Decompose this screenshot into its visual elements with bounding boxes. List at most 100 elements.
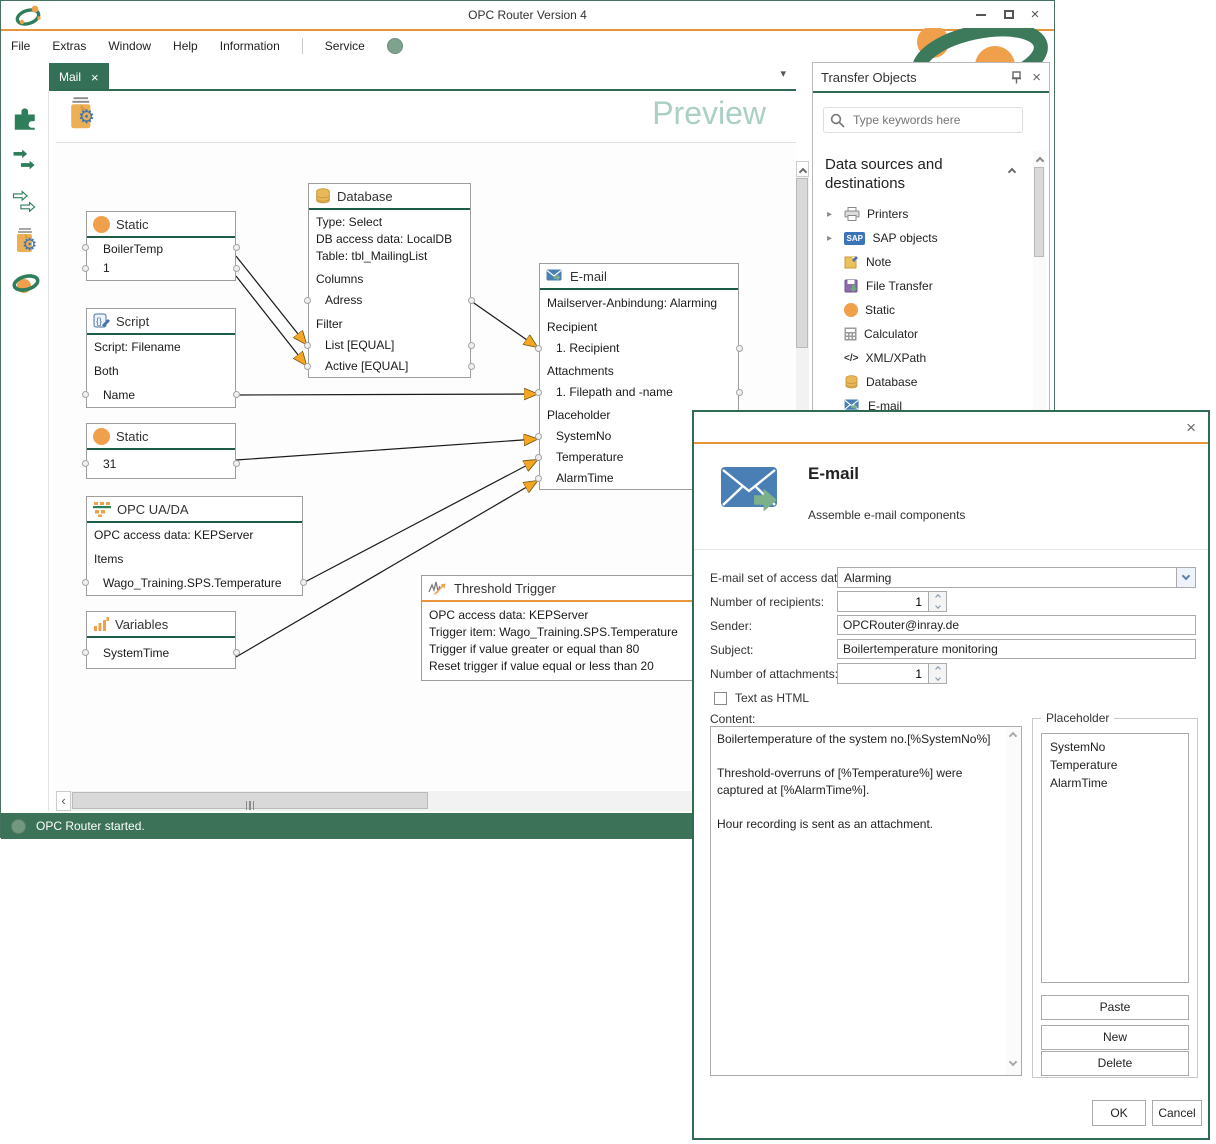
search-box[interactable] bbox=[823, 107, 1023, 133]
connector-dot[interactable] bbox=[82, 460, 89, 467]
connector-dot[interactable] bbox=[535, 433, 542, 440]
menu-file[interactable]: File bbox=[11, 39, 30, 53]
item-sap-objects[interactable]: ▸ SAP SAP objects bbox=[827, 227, 1017, 249]
connector-dot[interactable] bbox=[82, 265, 89, 272]
connector-dot[interactable] bbox=[535, 454, 542, 461]
plugins-icon[interactable] bbox=[11, 105, 41, 135]
menu-extras[interactable]: Extras bbox=[52, 39, 86, 53]
section-header[interactable]: Data sources and destinations bbox=[825, 155, 1005, 193]
item-file-transfer[interactable]: File Transfer bbox=[827, 275, 1017, 297]
connector-dot[interactable] bbox=[82, 391, 89, 398]
connector-dot[interactable] bbox=[736, 345, 743, 352]
node-database[interactable]: Database Type: Select DB access data: Lo… bbox=[308, 183, 471, 378]
menu-service[interactable]: Service bbox=[325, 39, 365, 53]
content-scrollbar[interactable] bbox=[1006, 727, 1021, 1075]
item-printers[interactable]: ▸ Printers bbox=[827, 203, 1017, 225]
tab-list-dropdown-icon[interactable]: ▾ bbox=[780, 67, 786, 80]
connector-dot[interactable] bbox=[468, 363, 475, 370]
file-transfer-icon bbox=[844, 279, 859, 293]
placeholder-listbox[interactable]: SystemNo Temperature AlarmTime bbox=[1041, 733, 1189, 983]
attachments-spinner[interactable] bbox=[837, 663, 947, 684]
collapse-chevron-icon[interactable] bbox=[1008, 168, 1016, 176]
placeholder-item[interactable]: AlarmTime bbox=[1042, 774, 1188, 792]
scroll-up-button[interactable] bbox=[796, 161, 809, 177]
connector-dot[interactable] bbox=[82, 579, 89, 586]
cancel-button[interactable]: Cancel bbox=[1152, 1100, 1202, 1126]
email-icon bbox=[546, 269, 564, 284]
node-variables[interactable]: Variables SystemTime bbox=[86, 611, 236, 669]
node-static-boilertemp[interactable]: Static BoilerTemp 1 bbox=[86, 211, 236, 281]
new-button[interactable]: New bbox=[1041, 1025, 1189, 1050]
connector-dot[interactable] bbox=[535, 345, 542, 352]
item-static[interactable]: Static bbox=[827, 299, 1017, 321]
connector-dot[interactable] bbox=[233, 265, 240, 272]
ok-button[interactable]: OK bbox=[1092, 1100, 1146, 1126]
vscroll-thumb[interactable] bbox=[796, 178, 808, 348]
attachments-input[interactable] bbox=[838, 664, 926, 683]
subject-input[interactable] bbox=[837, 639, 1196, 659]
tab-close-icon[interactable]: × bbox=[91, 70, 99, 85]
hscroll-thumb[interactable] bbox=[72, 792, 428, 809]
connector-dot[interactable] bbox=[304, 297, 311, 304]
paste-button[interactable]: Paste bbox=[1041, 995, 1189, 1020]
menu-window[interactable]: Window bbox=[108, 39, 151, 53]
text-as-html-checkbox[interactable] bbox=[714, 692, 727, 705]
connector-dot[interactable] bbox=[82, 244, 89, 251]
spinner-buttons[interactable] bbox=[928, 664, 946, 683]
connector-dot[interactable] bbox=[535, 475, 542, 482]
connector-dot[interactable] bbox=[304, 342, 311, 349]
panel-close-icon[interactable]: × bbox=[1032, 69, 1041, 86]
dropdown-button[interactable] bbox=[1176, 568, 1195, 587]
recipients-input[interactable] bbox=[838, 592, 926, 611]
inray-logo-icon[interactable] bbox=[11, 269, 41, 299]
flow-canvas[interactable]: ⚙ Preview Static Boiler bbox=[56, 89, 796, 789]
item-note[interactable]: Note bbox=[827, 251, 1017, 273]
connector-dot[interactable] bbox=[82, 649, 89, 656]
recipients-spinner[interactable] bbox=[837, 591, 947, 612]
content-textarea[interactable]: Boilertemperature of the system no.[%Sys… bbox=[710, 726, 1022, 1076]
item-database[interactable]: Database bbox=[827, 371, 1017, 393]
template-connections-icon[interactable] bbox=[11, 189, 41, 219]
node-static-31[interactable]: Static 31 bbox=[86, 423, 236, 479]
sender-input[interactable] bbox=[837, 615, 1196, 635]
minimize-button[interactable] bbox=[970, 6, 992, 24]
placeholder-item[interactable]: Temperature bbox=[1042, 756, 1188, 774]
connector-dot[interactable] bbox=[535, 389, 542, 396]
delete-button[interactable]: Delete bbox=[1041, 1051, 1189, 1076]
scroll-left-button[interactable]: ‹ bbox=[56, 791, 71, 811]
spinner-buttons[interactable] bbox=[928, 592, 946, 611]
node-threshold-trigger[interactable]: Threshold Trigger OPC access data: KEPSe… bbox=[421, 575, 693, 681]
connector-dot[interactable] bbox=[304, 363, 311, 370]
access-data-select[interactable]: Alarming bbox=[837, 567, 1196, 588]
tab-mail[interactable]: Mail × bbox=[49, 63, 109, 91]
expand-icon[interactable]: ▸ bbox=[827, 209, 837, 220]
connector-dot[interactable] bbox=[736, 389, 743, 396]
expand-icon[interactable]: ▸ bbox=[827, 233, 837, 244]
project-settings-icon[interactable]: ⚙ bbox=[11, 227, 41, 257]
connector-dot[interactable] bbox=[233, 649, 240, 656]
item-calculator[interactable]: Calculator bbox=[827, 323, 1017, 345]
dialog-close-icon[interactable]: × bbox=[1186, 418, 1196, 438]
gear-icon: ⚙ bbox=[22, 235, 37, 255]
connector-dot[interactable] bbox=[233, 244, 240, 251]
menu-information[interactable]: Information bbox=[220, 39, 280, 53]
node-opc[interactable]: OPC UA/DA OPC access data: KEPServer Ite… bbox=[86, 496, 303, 596]
canvas-hscrollbar[interactable]: ‹ bbox=[56, 791, 796, 811]
search-input[interactable] bbox=[853, 113, 1003, 127]
close-button[interactable]: × bbox=[1024, 6, 1046, 24]
node-row: 1. Filepath and -name bbox=[556, 385, 673, 399]
connector-dot[interactable] bbox=[300, 579, 307, 586]
item-xml-xpath[interactable]: </> XML/XPath bbox=[827, 347, 1017, 369]
connector-dot[interactable] bbox=[468, 297, 475, 304]
placeholder-item[interactable]: SystemNo bbox=[1042, 738, 1188, 756]
node-row: BoilerTemp bbox=[103, 242, 163, 256]
pin-icon[interactable] bbox=[1011, 71, 1022, 84]
menu-help[interactable]: Help bbox=[173, 39, 198, 53]
connector-dot[interactable] bbox=[233, 391, 240, 398]
connector-dot[interactable] bbox=[468, 342, 475, 349]
transfer-connections-icon[interactable] bbox=[11, 147, 41, 177]
maximize-button[interactable] bbox=[998, 6, 1020, 24]
connector-dot[interactable] bbox=[233, 460, 240, 467]
panel-scroll-thumb[interactable] bbox=[1034, 167, 1044, 257]
node-script[interactable]: {} Script Script: Filename Both Name bbox=[86, 308, 236, 408]
